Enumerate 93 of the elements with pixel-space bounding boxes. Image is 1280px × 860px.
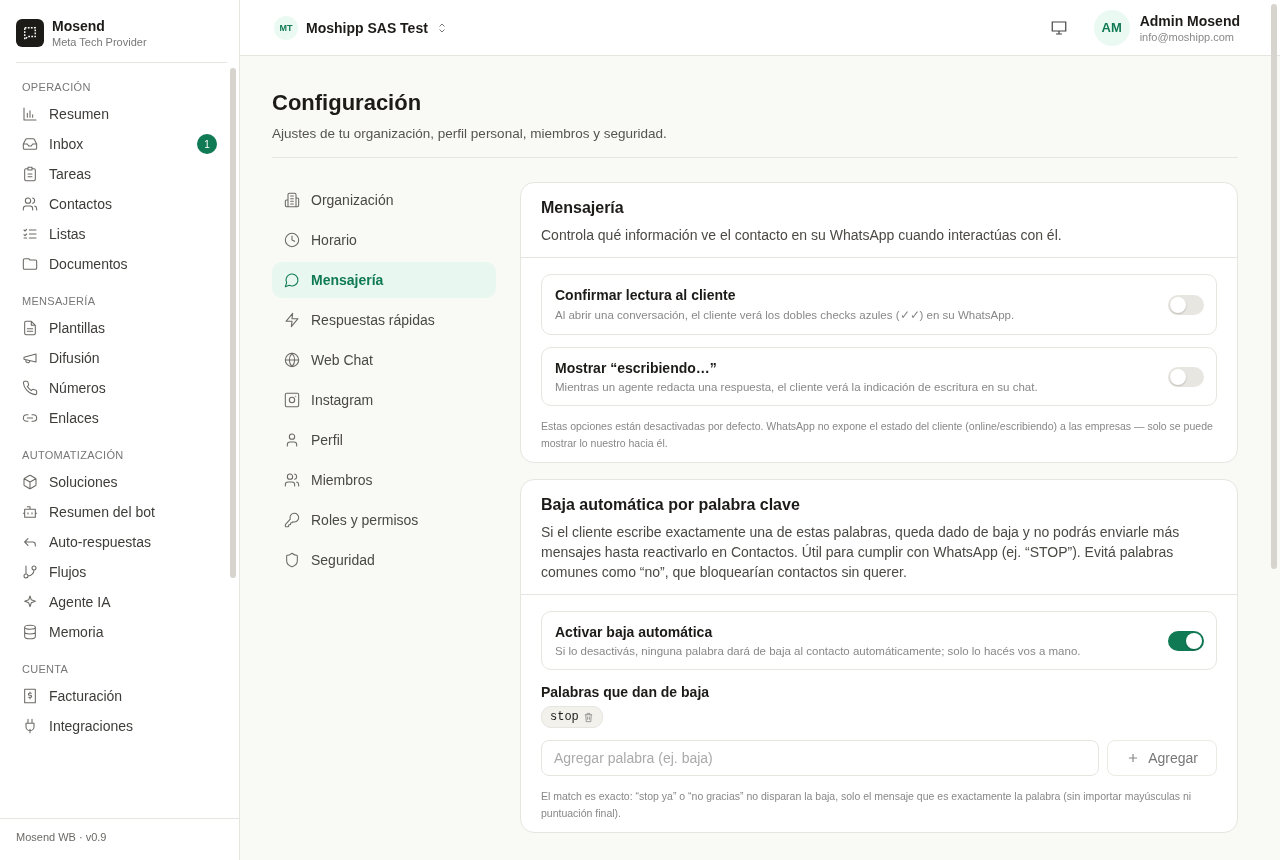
globe-icon <box>284 352 300 368</box>
settings-tab[interactable]: Horario <box>272 222 496 258</box>
settings-tab[interactable]: Roles y permisos <box>272 502 496 538</box>
sidebar-item[interactable]: Difusión <box>12 343 227 373</box>
sidebar-item[interactable]: Documentos <box>12 249 227 279</box>
database-icon <box>22 624 38 640</box>
card-description: Controla qué información ve el contacto en su WhatsApp cuando interactúas con él. <box>541 226 1063 245</box>
user-avatar[interactable]: AM <box>1093 9 1130 46</box>
shield-icon <box>284 552 300 568</box>
page-title: Configuración <box>272 90 423 116</box>
settings-tab[interactable]: Organización <box>272 182 496 218</box>
lightning-icon <box>284 312 300 328</box>
key-icon <box>284 512 300 528</box>
app-name: Mosend <box>52 18 106 34</box>
folder-icon <box>22 256 38 272</box>
sparkle-icon <box>22 594 38 610</box>
scrollbar[interactable] <box>1271 4 1277 569</box>
sidebar-item[interactable]: Integraciones <box>12 711 227 741</box>
robot-icon <box>22 504 38 520</box>
sidebar-item[interactable]: Flujos <box>12 557 227 587</box>
settings-tab[interactable]: Seguridad <box>272 542 496 578</box>
user-email: info@moshipp.com <box>1139 30 1235 43</box>
toggle-switch[interactable] <box>1168 630 1204 651</box>
sidebar-item[interactable]: Facturación <box>12 681 227 711</box>
settings-tab[interactable]: Miembros <box>272 462 496 498</box>
plug-icon <box>22 718 38 734</box>
chart-icon <box>22 106 38 122</box>
card-title: Mensajería <box>541 199 625 217</box>
chat-bubble-icon <box>284 272 300 288</box>
sidebar-item[interactable]: Resumen del bot <box>12 497 227 527</box>
settings-tab[interactable]: Perfil <box>272 422 496 458</box>
checklist-icon <box>22 226 38 242</box>
settings-tab[interactable]: Instagram <box>272 382 496 418</box>
organization-switcher[interactable]: MT Moshipp SAS Test <box>274 15 448 40</box>
sidebar-item[interactable]: Contactos <box>12 189 227 219</box>
add-button[interactable]: Agregar <box>1107 740 1217 776</box>
org-avatar: MT <box>274 15 298 40</box>
monitor-icon[interactable] <box>1049 18 1068 37</box>
megaphone-icon <box>22 350 38 366</box>
file-icon <box>22 320 38 336</box>
option-title: Mostrar “escribiendo…” <box>555 360 718 376</box>
help-note: Estas opciones están desactivadas por defecto. WhatsApp no expone el estado del cliente (online/escribiendo) a las empresas — solo se puede mostrar lo nuestro hacia él. <box>541 419 1214 451</box>
section-label: AUTOMATIZACIÓN <box>21 448 125 463</box>
card-title: Baja automática por palabra clave <box>541 496 801 514</box>
sidebar-item[interactable]: Auto-respuestas <box>12 527 227 557</box>
keyword-tag: stop <box>541 706 603 728</box>
keyword-input[interactable]: Agregar palabra (ej. baja) <box>541 740 1100 776</box>
option-title: Confirmar lectura al cliente <box>555 287 737 303</box>
trash-icon[interactable] <box>582 711 594 723</box>
sidebar-item[interactable]: Resumen <box>12 99 227 129</box>
version-text: Mosend WB · v0.9 <box>16 831 107 843</box>
branch-icon <box>22 564 38 580</box>
sidebar-item[interactable]: Plantillas <box>12 313 227 343</box>
settings-tab[interactable]: Web Chat <box>272 342 496 378</box>
section-label: MENSAJERÍA <box>21 294 97 309</box>
option-description: Al abrir una conversación, el cliente verá los dobles checks azules (✓✓) en su WhatsApp. <box>555 308 1015 322</box>
sidebar-item[interactable]: Inbox 1 <box>12 129 227 159</box>
section-label: OPERACIÓN <box>21 80 92 95</box>
sidebar-item[interactable]: Memoria <box>12 617 227 647</box>
sidebar-item[interactable]: Agente IA <box>12 587 227 617</box>
user-name: Admin Mosend <box>1139 12 1240 29</box>
option-description: Mientras un agente redacta una respuesta, el cliente verá la indicación de escritura en su chat. <box>555 381 1038 393</box>
sidebar-item[interactable]: Números <box>12 373 227 403</box>
sidebar-item[interactable]: Soluciones <box>12 467 227 497</box>
sidebar-item[interactable]: Tareas <box>12 159 227 189</box>
sidebar-item[interactable]: Listas <box>12 219 227 249</box>
page-subtitle: Ajustes de tu organización, perfil personal, miembros y seguridad. <box>272 126 1238 158</box>
camera-icon <box>284 392 300 408</box>
users-icon <box>284 472 300 488</box>
app-subtitle: Meta Tech Provider <box>52 36 147 48</box>
logo-icon <box>16 19 44 47</box>
clipboard-icon <box>22 166 38 182</box>
toggle-switch[interactable] <box>1168 294 1204 315</box>
clock-icon <box>284 232 300 248</box>
help-note: El match es exacto: “stop ya” o “no gracias” no disparan la baja, solo el mensaje que es exactamente la palabra (sin importar mayúsculas ni puntuación final). <box>541 789 1193 821</box>
scrollbar[interactable] <box>230 68 236 578</box>
field-label: Palabras que dan de baja <box>541 684 711 700</box>
settings-tab[interactable]: Respuestas rápidas <box>272 302 496 338</box>
user-icon <box>284 432 300 448</box>
toggle-switch[interactable] <box>1168 366 1204 387</box>
card-description: Si el cliente escribe exactamente una de estas palabras, queda dado de baja y no podrás enviarle más mensajes hasta reactivarlo en Contactos. Útil para cumplir con WhatsApp (ej. “STOP”). Evitá palabras comunes como “no”, que bloquearían contactos sin querer. <box>541 523 1181 582</box>
section-label: CUENTA <box>21 662 70 677</box>
building-icon <box>284 192 300 208</box>
option-description: Si lo desactivás, ninguna palabra dará de baja al contacto automáticamente; solo lo hacés vos a mano. <box>555 645 1081 657</box>
settings-tab[interactable]: Mensajería <box>272 262 496 298</box>
count-badge: 1 <box>197 134 217 154</box>
phone-icon <box>22 380 38 396</box>
cube-icon <box>22 474 38 490</box>
option-title: Activar baja automática <box>555 624 714 640</box>
sidebar-item[interactable]: Enlaces <box>12 403 227 433</box>
inbox-icon <box>22 136 38 152</box>
users-icon <box>22 196 38 212</box>
receipt-icon <box>22 688 38 704</box>
